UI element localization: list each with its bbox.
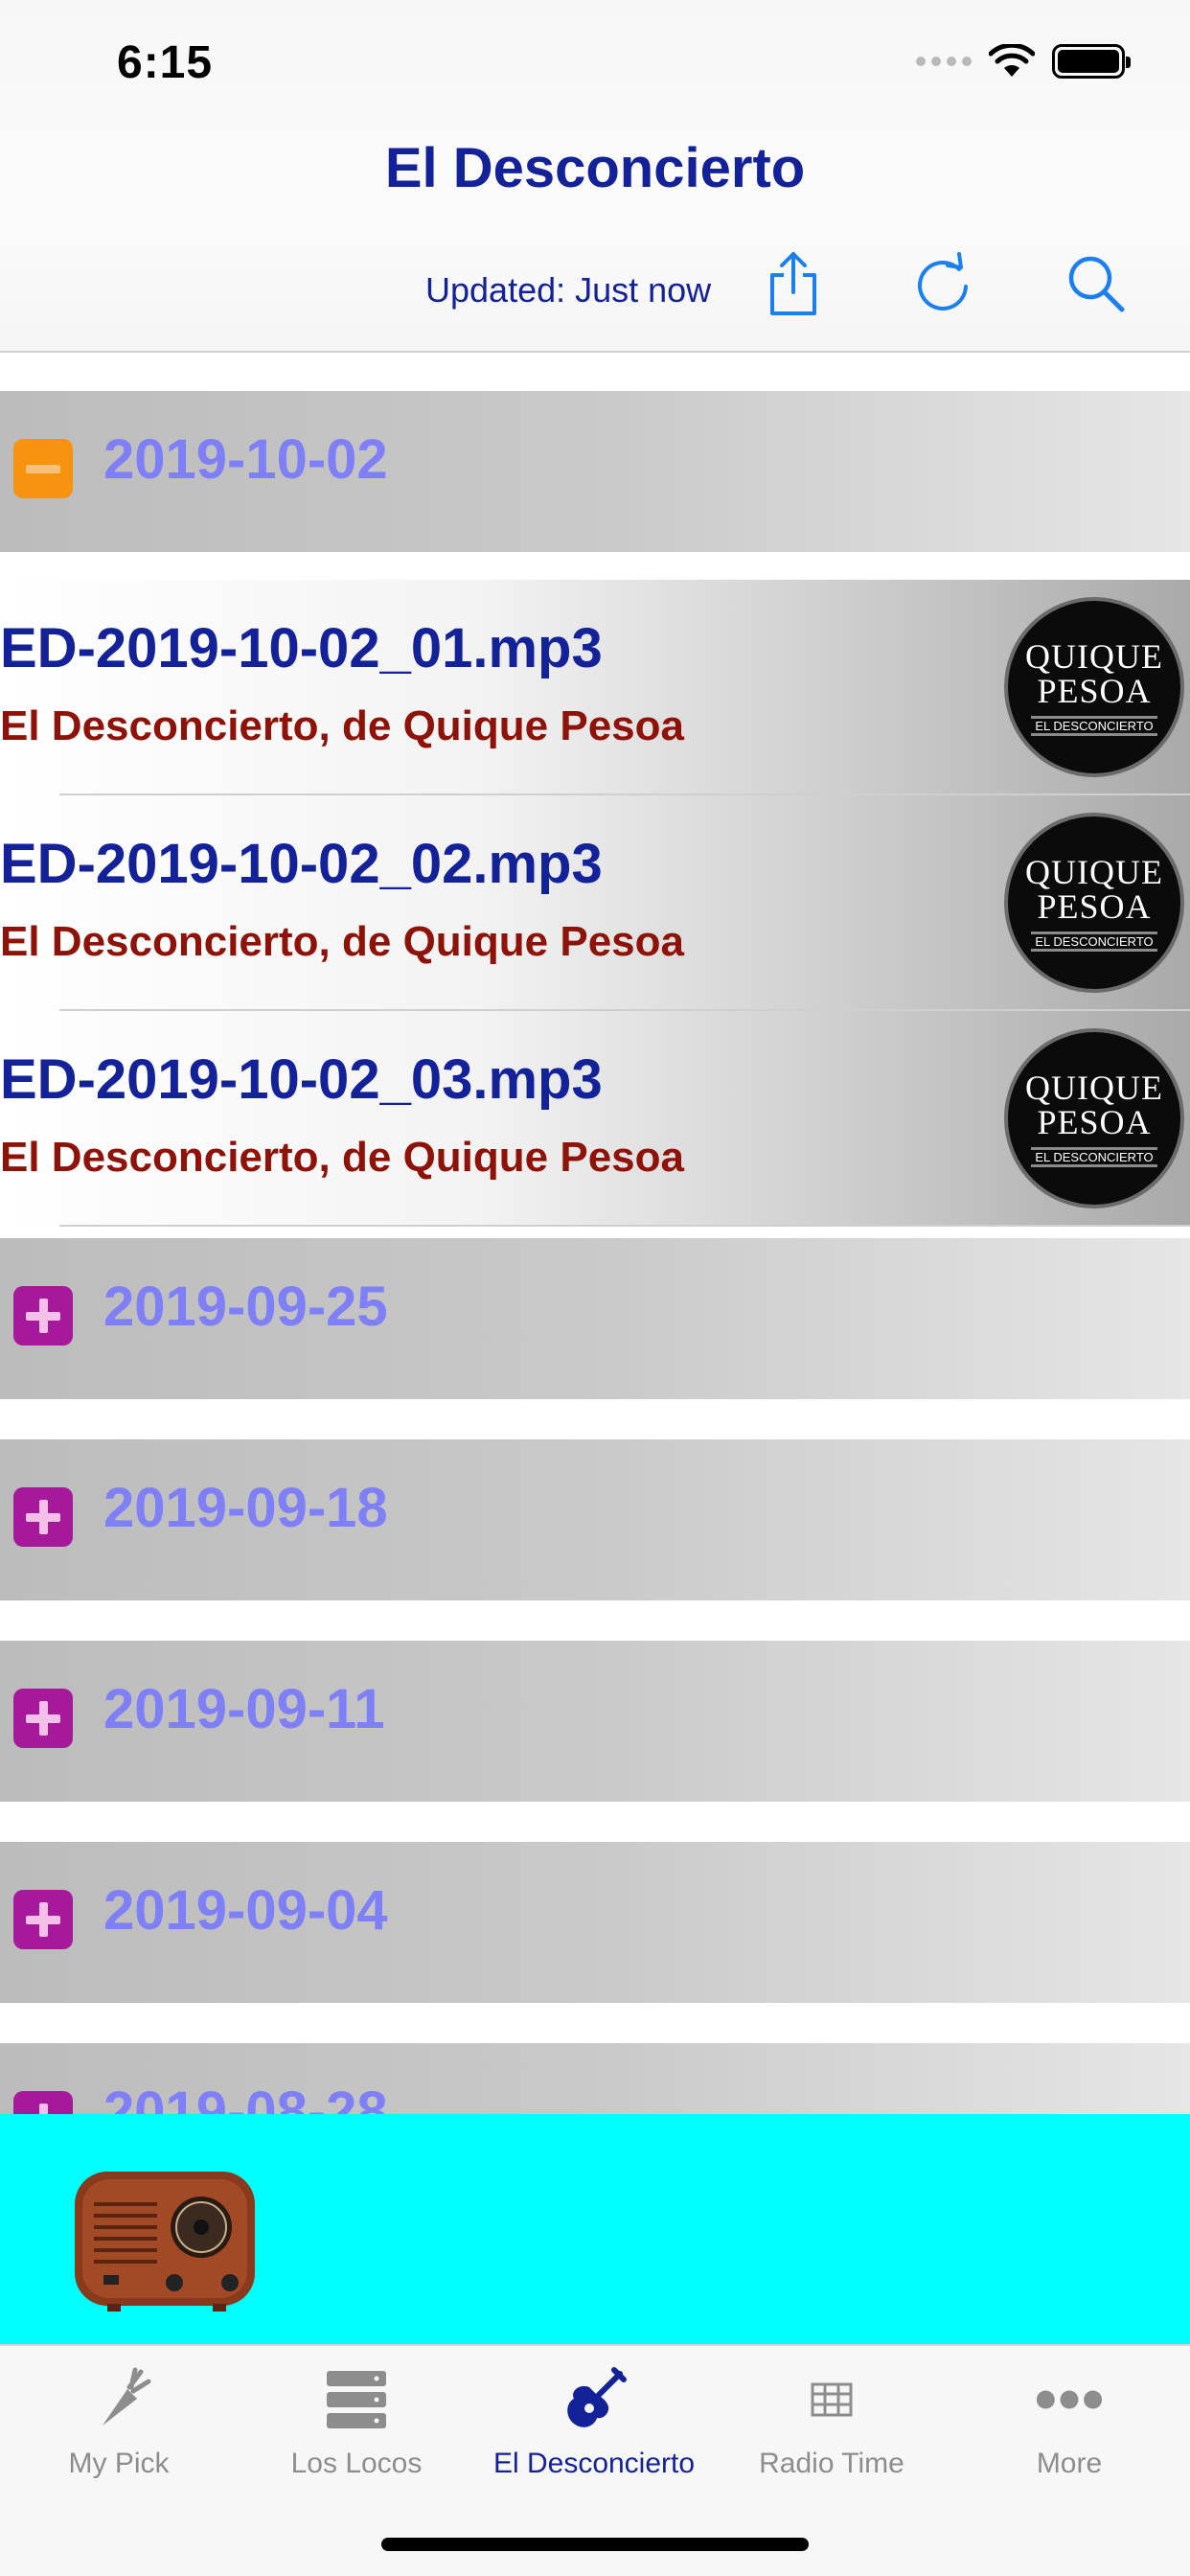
home-indicator[interactable] — [381, 2538, 809, 2551]
tab-my-pick[interactable]: My Pick — [0, 2346, 238, 2490]
tab-los-locos[interactable]: Los Locos — [238, 2346, 475, 2490]
tab-radio-time[interactable]: Radio Time — [713, 2346, 950, 2490]
collapse-icon[interactable] — [13, 439, 73, 498]
tab-label: El Desconcierto — [492, 2448, 696, 2479]
quique-pesoa-logo-icon: QUIQUE PESOA EL DESCONCIERTO — [1004, 813, 1184, 993]
quique-pesoa-logo-icon: QUIQUE PESOA EL DESCONCIERTO — [1004, 597, 1184, 777]
episode-list[interactable]: 2019-10-02 ED-2019-10-02_01.mp3 El Desco… — [0, 355, 1190, 2114]
section-header[interactable]: 2019-10-02 — [0, 391, 1190, 552]
section-header[interactable]: 2019-09-04 — [0, 1842, 1190, 2003]
more-dots-icon — [1035, 2365, 1104, 2434]
section-header[interactable]: 2019-09-25 — [0, 1238, 1190, 1399]
cellular-signal-icon — [916, 57, 972, 66]
grid-table-icon — [797, 2365, 866, 2434]
radio-icon[interactable] — [69, 2164, 261, 2317]
track-row[interactable]: ED-2019-10-02_01.mp3 El Desconcierto, de… — [0, 580, 1190, 795]
quique-pesoa-logo-icon: QUIQUE PESOA EL DESCONCIERTO — [1004, 1028, 1184, 1208]
refresh-icon — [918, 252, 968, 310]
track-row[interactable]: ED-2019-10-02_02.mp3 El Desconcierto, de… — [0, 795, 1190, 1011]
track-row[interactable]: ED-2019-10-02_03.mp3 El Desconcierto, de… — [0, 1011, 1190, 1227]
section-date: 2019-10-02 — [103, 428, 388, 491]
wifi-icon — [989, 44, 1035, 77]
section-date: 2019-09-18 — [103, 1477, 388, 1539]
section-header[interactable]: 2019-09-18 — [0, 1439, 1190, 1600]
guitar-icon — [560, 2365, 629, 2434]
player-bar[interactable] — [0, 2114, 1190, 2344]
status-bar: 6:15 — [0, 0, 1190, 125]
section-header[interactable]: 2019-09-11 — [0, 1641, 1190, 1802]
section-date: 2019-09-25 — [103, 1276, 388, 1338]
section-date: 2019-08-28 — [103, 2081, 388, 2114]
track-filename: ED-2019-10-02_03.mp3 — [0, 1048, 603, 1111]
expand-icon[interactable] — [13, 1689, 73, 1748]
section-header[interactable]: 2019-08-28 — [0, 2043, 1190, 2114]
expand-icon[interactable] — [13, 1286, 73, 1346]
search-icon — [1068, 256, 1125, 312]
section-date: 2019-09-11 — [103, 1678, 385, 1740]
section-date: 2019-09-04 — [103, 1879, 388, 1942]
expand-icon[interactable] — [13, 1890, 73, 1949]
search-button[interactable] — [1058, 245, 1134, 322]
status-icons — [916, 42, 1131, 80]
page-title: El Desconcierto — [384, 137, 806, 199]
tab-label: More — [1036, 2448, 1103, 2479]
expand-icon[interactable] — [13, 1487, 73, 1547]
tab-label: Los Locos — [290, 2448, 423, 2479]
share-button[interactable] — [755, 245, 832, 322]
track-subtitle: El Desconcierto, de Quique Pesoa — [0, 702, 684, 749]
tab-more[interactable]: More — [950, 2346, 1188, 2490]
expand-icon[interactable] — [13, 2091, 73, 2114]
row-separator — [59, 1225, 1190, 1227]
track-subtitle: El Desconcierto, de Quique Pesoa — [0, 918, 684, 965]
track-subtitle: El Desconcierto, de Quique Pesoa — [0, 1134, 684, 1181]
track-filename: ED-2019-10-02_01.mp3 — [0, 617, 603, 679]
battery-icon — [1052, 44, 1131, 79]
status-time: 6:15 — [117, 37, 214, 88]
refresh-button[interactable] — [904, 245, 981, 322]
tab-label: My Pick — [68, 2448, 170, 2479]
tab-el-desconcierto[interactable]: El Desconcierto — [475, 2346, 713, 2490]
carrot-icon — [84, 2365, 153, 2434]
tab-label: Radio Time — [759, 2448, 904, 2479]
updated-status: Updated: Just now — [425, 270, 712, 310]
share-icon — [770, 252, 816, 315]
server-stack-icon — [322, 2365, 391, 2434]
track-filename: ED-2019-10-02_02.mp3 — [0, 833, 603, 895]
